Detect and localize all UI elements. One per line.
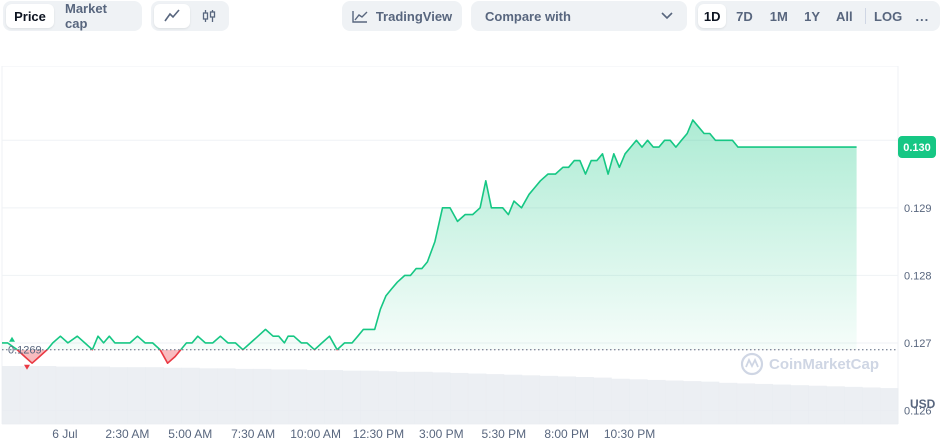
x-tick-label: 12:30 PM xyxy=(353,427,404,441)
chart-toolbar: Price Market cap TradingView Compare wit… xyxy=(0,0,940,34)
volume-bar xyxy=(826,386,845,424)
volume-bar xyxy=(55,366,75,424)
volume-bar xyxy=(521,375,541,424)
volume-bar xyxy=(217,368,236,424)
volume-bar xyxy=(270,369,290,424)
x-tick-label: 7:30 AM xyxy=(231,427,275,441)
tradingview-button[interactable]: TradingView xyxy=(342,1,462,31)
metric-toggle: Price Market cap xyxy=(3,1,142,31)
volume-bar xyxy=(862,387,881,424)
volume-bar xyxy=(199,368,218,424)
coinmarketcap-logo-mark xyxy=(745,357,759,369)
x-tick-label: 5:30 PM xyxy=(481,427,526,441)
volume-bar xyxy=(790,385,809,424)
y-tick-label: 0.127 xyxy=(904,338,932,350)
compare-with-label: Compare with xyxy=(485,8,571,24)
x-tick-label: 8:00 PM xyxy=(544,427,589,441)
y-tick-label: 0.129 xyxy=(904,203,932,215)
volume-bar xyxy=(342,370,361,424)
market-cap-tab[interactable]: Market cap xyxy=(56,1,139,31)
more-options-button[interactable]: ... xyxy=(908,4,937,28)
volume-bar xyxy=(414,371,433,424)
volume-bar xyxy=(718,382,738,424)
volume-bar xyxy=(181,367,200,424)
volume-bar xyxy=(539,375,559,424)
volume-bar xyxy=(73,366,93,424)
volume-bar xyxy=(700,381,720,424)
volume-bar xyxy=(163,367,182,424)
volume-bar xyxy=(91,366,111,424)
volume-bar xyxy=(306,370,326,424)
volume-bar xyxy=(450,372,469,424)
volume-bar xyxy=(2,366,21,424)
y-tick-label: 0.128 xyxy=(904,270,932,282)
currency-label: USD xyxy=(910,397,936,411)
volume-bar xyxy=(145,367,164,424)
volume-bars xyxy=(2,366,899,424)
volume-bar xyxy=(360,370,379,424)
volume-bar xyxy=(557,376,576,424)
x-tick-label: 6 Jul xyxy=(52,427,77,441)
log-scale-button[interactable]: LOG xyxy=(871,4,906,28)
volume-bar xyxy=(234,368,254,424)
volume-bar xyxy=(288,369,308,424)
volume-bar xyxy=(593,377,612,424)
volume-bar xyxy=(647,379,666,424)
price-area-up xyxy=(2,120,857,350)
volume-bar xyxy=(432,372,451,424)
price-tab[interactable]: Price xyxy=(6,4,54,28)
tradingview-chart-icon xyxy=(352,10,368,23)
range-all-button[interactable]: All xyxy=(829,4,859,28)
volume-bar xyxy=(467,373,487,424)
range-1d-button[interactable]: 1D xyxy=(698,4,727,28)
volume-bar xyxy=(396,371,415,424)
volume-bar xyxy=(127,367,146,424)
time-range-toggle: 1D 7D 1M 1Y All LOG ... xyxy=(695,1,940,31)
tradingview-label: TradingView xyxy=(375,8,453,24)
volume-bar xyxy=(682,381,702,424)
volume-bar xyxy=(880,388,899,424)
volume-bar xyxy=(485,374,505,424)
toolbar-divider xyxy=(864,8,866,24)
price-chart[interactable]: CoinMarketCap 0.1269 0.126 0.127 0.128 0.12… xyxy=(0,65,940,442)
volume-bar xyxy=(754,383,774,424)
watermark-text: CoinMarketCap xyxy=(769,356,879,373)
volume-bar xyxy=(629,379,648,424)
x-tick-label: 2:30 AM xyxy=(105,427,149,441)
x-tick-label: 5:00 AM xyxy=(168,427,212,441)
chart-type-toggle xyxy=(151,1,229,31)
volume-bar xyxy=(37,366,57,424)
volume-bar xyxy=(19,366,39,424)
x-tick-label: 10:00 AM xyxy=(290,427,341,441)
volume-bar xyxy=(772,384,791,424)
chevron-down-icon xyxy=(661,12,673,20)
volume-bar xyxy=(109,367,128,424)
range-1y-button[interactable]: 1Y xyxy=(797,4,827,28)
line-chart-icon[interactable] xyxy=(154,4,190,28)
range-1m-button[interactable]: 1M xyxy=(763,4,795,28)
range-7d-button[interactable]: 7D xyxy=(728,4,760,28)
candlestick-icon[interactable] xyxy=(192,4,226,28)
baseline-up-arrow-icon xyxy=(9,336,15,342)
current-price-value: 0.130 xyxy=(903,142,931,154)
baseline-label: 0.1269 xyxy=(8,345,42,357)
volume-bar xyxy=(503,374,523,424)
volume-bar xyxy=(844,386,863,424)
volume-bar xyxy=(808,385,827,424)
volume-bar xyxy=(378,371,397,424)
volume-bar xyxy=(575,377,594,424)
compare-with-select[interactable]: Compare with xyxy=(471,1,687,31)
volume-bar xyxy=(324,370,343,424)
price-chart-svg: CoinMarketCap 0.1269 0.1260.1270.1280.12… xyxy=(1,65,936,441)
coinmarketcap-watermark: CoinMarketCap xyxy=(740,352,879,376)
volume-bar xyxy=(252,368,272,424)
volume-bar xyxy=(611,378,630,424)
volume-bar xyxy=(665,380,684,424)
x-tick-label: 10:30 PM xyxy=(604,427,655,441)
price-area xyxy=(2,119,857,364)
volume-bar xyxy=(736,383,756,424)
x-tick-label: 3:00 PM xyxy=(419,427,464,441)
current-price-badge: 0.130 xyxy=(898,136,936,159)
